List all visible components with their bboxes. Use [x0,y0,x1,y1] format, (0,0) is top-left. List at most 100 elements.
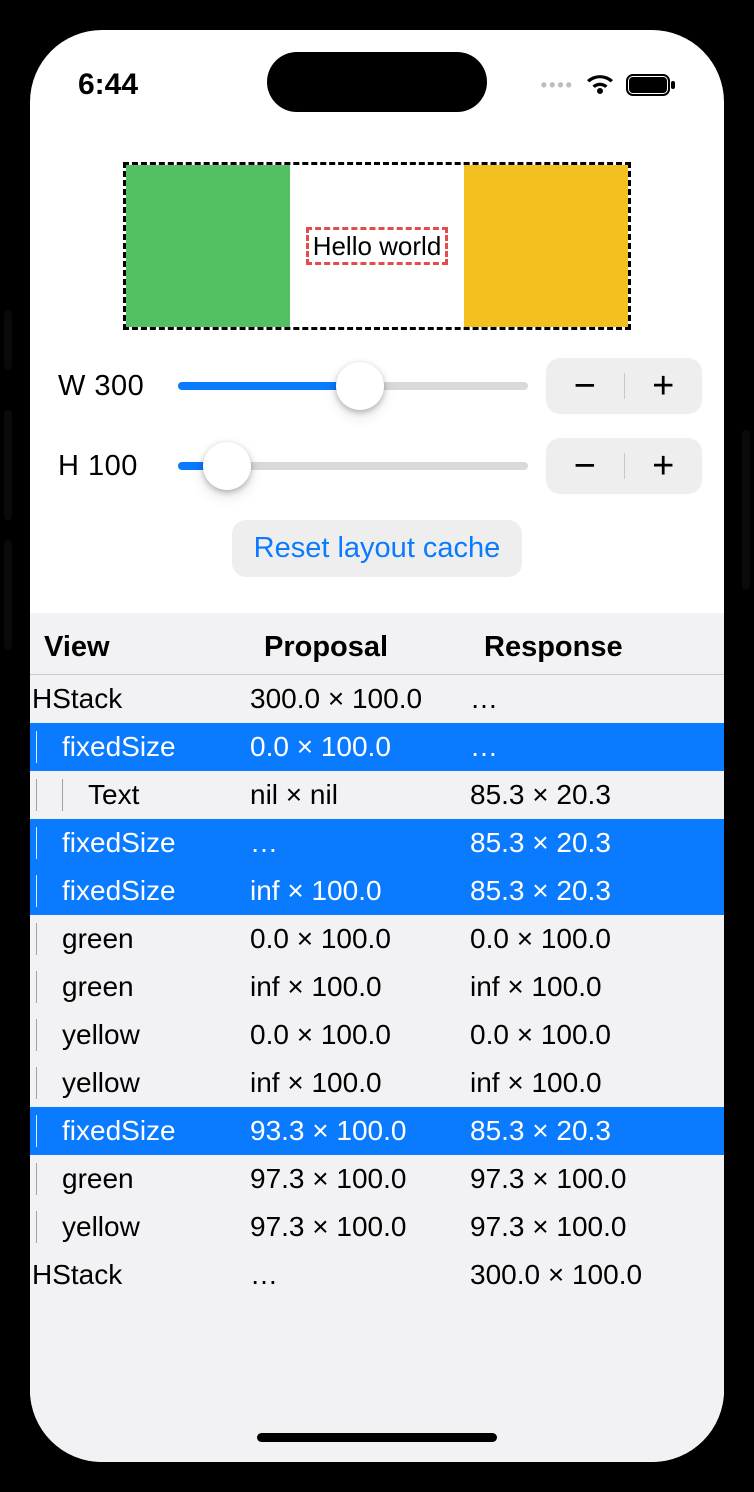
table-header: View Proposal Response [30,613,724,675]
battery-icon [626,73,676,97]
table-row[interactable]: yellow 97.3 × 100.097.3 × 100.0 [30,1203,724,1251]
width-slider-fill [178,382,360,390]
table-row[interactable]: yellow inf × 100.0inf × 100.0 [30,1059,724,1107]
cell-response: 97.3 × 100.0 [470,1211,710,1243]
table-row[interactable]: fixedSize 93.3 × 100.085.3 × 20.3 [30,1107,724,1155]
tree-guide [36,1163,56,1195]
cell-view: green [30,923,250,955]
tree-guide [36,779,56,811]
cell-proposal: 93.3 × 100.0 [250,1115,470,1147]
cell-view: yellow [30,1019,250,1051]
cell-proposal: 0.0 × 100.0 [250,731,470,763]
cell-view: fixedSize [30,1115,250,1147]
cell-proposal: 0.0 × 100.0 [250,923,470,955]
cell-proposal: inf × 100.0 [250,1067,470,1099]
height-label: H 100 [52,450,160,483]
view-label: green [60,923,134,955]
cell-response: 0.0 × 100.0 [470,923,710,955]
tree-guide [36,971,56,1003]
width-control-row: W 300 − + [52,358,702,414]
cell-view: HStack [30,1259,250,1291]
wifi-icon [584,73,616,97]
table-row[interactable]: green97.3 × 100.097.3 × 100.0 [30,1155,724,1203]
screen: 6:44 •••• Hello world [30,30,724,1462]
header-proposal: Proposal [264,631,484,664]
table-row[interactable]: fixedSize …85.3 × 20.3 [30,819,724,867]
tree-guide [36,1067,56,1099]
header-view: View [44,631,264,664]
table-row[interactable]: fixedSize inf × 100.085.3 × 20.3 [30,867,724,915]
green-block [126,165,290,327]
tree-guide [36,1115,56,1147]
cell-view: green [30,1163,250,1195]
width-plus-button[interactable]: + [625,365,703,408]
tree-guide [36,731,56,763]
table-row[interactable]: Text nil × nil85.3 × 20.3 [30,771,724,819]
side-button [4,310,12,370]
width-stepper: − + [546,358,702,414]
cell-response: inf × 100.0 [470,1067,710,1099]
yellow-block [464,165,628,327]
dynamic-island [267,52,487,112]
cell-proposal: … [250,1259,470,1291]
table-row[interactable]: HStack300.0 × 100.0… [30,675,724,723]
cell-response: 85.3 × 20.3 [470,1115,710,1147]
table-row[interactable]: HStack…300.0 × 100.0 [30,1251,724,1299]
cell-view: green [30,971,250,1003]
cell-view: yellow [30,1067,250,1099]
view-label: fixedSize [60,875,176,907]
volume-up-button [4,410,12,520]
tree-guide [36,923,56,955]
view-label: fixedSize [60,827,176,859]
tree-guide [36,1019,56,1051]
phone-frame: 6:44 •••• Hello world [10,10,744,1482]
cell-response: … [470,683,710,715]
cell-response: 85.3 × 20.3 [470,827,710,859]
table-row[interactable]: yellow0.0 × 100.00.0 × 100.0 [30,1011,724,1059]
view-label: green [60,971,134,1003]
layout-table: View Proposal Response HStack300.0 × 100… [30,613,724,1462]
table-row[interactable]: greeninf × 100.0inf × 100.0 [30,963,724,1011]
table-row[interactable]: fixedSize0.0 × 100.0… [30,723,724,771]
cellular-dots-icon: •••• [541,75,574,96]
view-label: yellow [60,1211,140,1243]
height-slider-thumb[interactable] [203,442,251,490]
height-minus-button[interactable]: − [546,445,624,488]
height-slider[interactable] [178,462,528,470]
view-label: HStack [30,683,122,715]
width-slider-thumb[interactable] [336,362,384,410]
view-label: yellow [60,1019,140,1051]
cell-view: fixedSize [30,731,250,763]
tree-guide [36,1211,56,1243]
cell-proposal: nil × nil [250,779,470,811]
reset-layout-cache-button[interactable]: Reset layout cache [232,520,523,577]
tree-guide [62,779,82,811]
cell-proposal: 97.3 × 100.0 [250,1211,470,1243]
layout-preview-box: Hello world [123,162,631,330]
view-label: yellow [60,1067,140,1099]
cell-proposal: … [250,827,470,859]
view-label: fixedSize [60,1115,176,1147]
cell-proposal: inf × 100.0 [250,875,470,907]
header-response: Response [484,631,710,664]
cell-proposal: inf × 100.0 [250,971,470,1003]
view-label: green [60,1163,134,1195]
cell-view: fixedSize [30,827,250,859]
cell-response: 97.3 × 100.0 [470,1163,710,1195]
height-control-row: H 100 − + [52,438,702,494]
height-plus-button[interactable]: + [625,445,703,488]
view-label: HStack [30,1259,122,1291]
tree-guide [36,875,56,907]
cell-proposal: 0.0 × 100.0 [250,1019,470,1051]
view-label: Text [86,779,139,811]
cell-response: 85.3 × 20.3 [470,779,710,811]
cell-view: fixedSize [30,875,250,907]
table-row[interactable]: green 0.0 × 100.00.0 × 100.0 [30,915,724,963]
width-label: W 300 [52,370,160,403]
cell-response: 85.3 × 20.3 [470,875,710,907]
width-slider[interactable] [178,382,528,390]
width-minus-button[interactable]: − [546,365,624,408]
volume-down-button [4,540,12,650]
cell-response: … [470,731,710,763]
center-block: Hello world [290,165,464,327]
